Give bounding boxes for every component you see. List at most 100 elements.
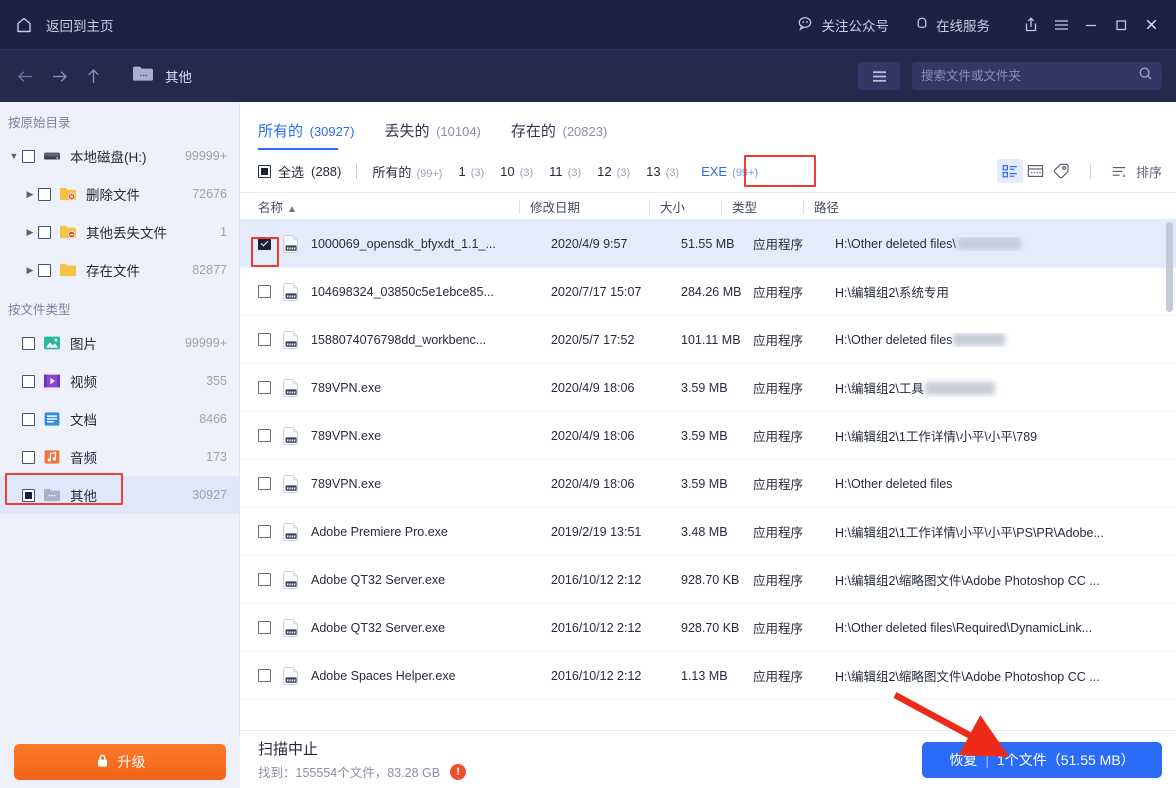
sidebar-filetype-item-4[interactable]: 其他30927 bbox=[0, 476, 239, 514]
share-icon[interactable] bbox=[1016, 10, 1046, 40]
folder-icon bbox=[132, 65, 154, 87]
filter-chip-所有的[interactable]: 所有的 (99+) bbox=[372, 162, 442, 181]
row-checkbox[interactable] bbox=[258, 621, 271, 634]
cell-type: 应用程序 bbox=[753, 666, 835, 685]
sidebar-tree-checkbox[interactable] bbox=[22, 150, 35, 163]
view-options-button[interactable] bbox=[858, 62, 900, 90]
filter-chip-13[interactable]: 13 (3) bbox=[646, 164, 679, 179]
filter-chip-exe[interactable]: EXE (99+) bbox=[695, 161, 764, 182]
tab-2[interactable]: 存在的 (20823) bbox=[511, 120, 607, 150]
table-row[interactable]: 1000069_opensdk_bfyxdt_1.1_...2020/4/9 9… bbox=[240, 220, 1176, 268]
chevron-right-icon[interactable]: ▶ bbox=[22, 189, 38, 200]
search-icon[interactable] bbox=[1138, 66, 1153, 86]
forward-arrow-icon[interactable] bbox=[42, 59, 76, 93]
scan-status-title: 扫描中止 bbox=[258, 738, 466, 759]
tab-0[interactable]: 所有的 (30927) bbox=[258, 120, 354, 150]
sidebar-filetype-checkbox[interactable] bbox=[22, 413, 35, 426]
row-checkbox[interactable] bbox=[258, 525, 271, 538]
warning-icon[interactable]: ! bbox=[450, 764, 466, 780]
select-all-label: 全选 bbox=[278, 162, 304, 181]
table-row[interactable]: 104698324_03850c5e1ebce85...2020/7/17 15… bbox=[240, 268, 1176, 316]
follow-official-account-button[interactable]: 关注公众号 bbox=[798, 15, 890, 35]
row-checkbox[interactable] bbox=[258, 573, 271, 586]
filter-chip-12[interactable]: 12 (3) bbox=[597, 164, 630, 179]
back-to-home-button[interactable]: 返回到主页 bbox=[14, 15, 114, 35]
sidebar-tree-item-2[interactable]: ▶其他丢失文件1 bbox=[0, 213, 239, 251]
breadcrumb[interactable]: 其他 bbox=[132, 65, 192, 87]
chevron-right-icon[interactable]: ▶ bbox=[22, 227, 38, 238]
table-row[interactable]: 789VPN.exe2020/4/9 18:063.59 MB应用程序H:\Ot… bbox=[240, 460, 1176, 508]
tab-1[interactable]: 丢失的 (10104) bbox=[384, 120, 480, 150]
table-row[interactable]: 789VPN.exe2020/4/9 18:063.59 MB应用程序H:\编辑… bbox=[240, 364, 1176, 412]
cell-type: 应用程序 bbox=[753, 522, 835, 541]
up-arrow-icon[interactable] bbox=[76, 59, 110, 93]
thumbnail-view-icon[interactable] bbox=[1023, 159, 1049, 183]
scan-found-text: 找到：155554个文件，83.28 GB bbox=[258, 762, 440, 781]
chevron-right-icon[interactable]: ▶ bbox=[22, 265, 38, 276]
row-checkbox[interactable] bbox=[258, 333, 271, 346]
close-icon[interactable] bbox=[1136, 10, 1166, 40]
chevron-down-icon[interactable]: ▼ bbox=[6, 151, 22, 161]
table-row[interactable]: Adobe QT32 Server.exe2016/10/12 2:12928.… bbox=[240, 604, 1176, 652]
cell-path: H:\Other deleted files bbox=[835, 477, 1176, 491]
row-checkbox[interactable] bbox=[258, 285, 271, 298]
folder-icon bbox=[59, 261, 77, 279]
sidebar-filetype-item-0[interactable]: 图片99999+ bbox=[0, 324, 239, 362]
sort-icon[interactable] bbox=[1106, 159, 1132, 183]
filter-chip-10[interactable]: 10 (3) bbox=[500, 164, 533, 179]
filter-chip-1[interactable]: 1 (3) bbox=[458, 164, 484, 179]
table-row[interactable]: Adobe QT32 Server.exe2016/10/12 2:12928.… bbox=[240, 556, 1176, 604]
row-checkbox[interactable] bbox=[258, 429, 271, 442]
sidebar-filetype-checkbox[interactable] bbox=[22, 489, 35, 502]
column-header-path[interactable]: 路径 bbox=[814, 197, 1176, 216]
sort-asc-icon: ▲ bbox=[287, 204, 297, 215]
table-row[interactable]: 1588074076798dd_workbenc...2020/5/7 17:5… bbox=[240, 316, 1176, 364]
sidebar-filetype-checkbox[interactable] bbox=[22, 375, 35, 388]
cell-path-text: H:\编辑组2\缩略图文件\Adobe Photoshop CC ... bbox=[835, 574, 1100, 588]
back-arrow-icon[interactable] bbox=[8, 59, 42, 93]
cell-path: H:\编辑组2\系统专用 bbox=[835, 282, 1176, 301]
sidebar-filetype-item-1[interactable]: 视频355 bbox=[0, 362, 239, 400]
online-service-button[interactable]: 在线服务 bbox=[915, 15, 990, 35]
maximize-icon[interactable] bbox=[1106, 10, 1136, 40]
vertical-scrollbar[interactable] bbox=[1166, 222, 1173, 312]
recover-button[interactable]: 恢复 | 1个文件（51.55 MB） bbox=[922, 742, 1162, 778]
sidebar-tree-item-3[interactable]: ▶存在文件82877 bbox=[0, 251, 239, 289]
sidebar-tree-item-0[interactable]: ▼本地磁盘(H:)99999+ bbox=[0, 137, 239, 175]
exe-file-icon bbox=[281, 234, 301, 254]
sidebar-filetype-checkbox[interactable] bbox=[22, 337, 35, 350]
row-checkbox[interactable] bbox=[258, 381, 271, 394]
tag-view-icon[interactable] bbox=[1049, 159, 1075, 183]
search-input[interactable] bbox=[921, 69, 1138, 83]
sidebar-tree-checkbox[interactable] bbox=[38, 226, 51, 239]
list-view-icon[interactable] bbox=[997, 159, 1023, 183]
menu-icon[interactable] bbox=[1046, 10, 1076, 40]
select-all-checkbox[interactable]: 全选 (288) bbox=[258, 162, 341, 181]
sidebar-tree-checkbox[interactable] bbox=[38, 264, 51, 277]
upgrade-button[interactable]: 升级 bbox=[14, 744, 226, 780]
minimize-icon[interactable] bbox=[1076, 10, 1106, 40]
sidebar-tree-item-1[interactable]: ▶删除文件72676 bbox=[0, 175, 239, 213]
column-header-date[interactable]: 修改日期 bbox=[530, 197, 660, 216]
cell-path-text: H:\编辑组2\工具 bbox=[835, 382, 924, 396]
sidebar-filetype-item-3[interactable]: 音频173 bbox=[0, 438, 239, 476]
follow-official-account-label: 关注公众号 bbox=[822, 15, 890, 35]
row-checkbox[interactable] bbox=[258, 669, 271, 682]
column-header-name[interactable]: 名称▲ bbox=[258, 197, 530, 216]
cell-name: 1588074076798dd_workbenc... bbox=[311, 333, 551, 347]
cell-size: 51.55 MB bbox=[681, 237, 753, 251]
row-checkbox[interactable] bbox=[258, 477, 271, 490]
sort-label[interactable]: 排序 bbox=[1136, 162, 1162, 181]
cell-name: 104698324_03850c5e1ebce85... bbox=[311, 285, 551, 299]
sidebar-tree-checkbox[interactable] bbox=[38, 188, 51, 201]
filter-chip-11[interactable]: 11 (3) bbox=[549, 164, 581, 179]
row-checkbox[interactable] bbox=[258, 237, 271, 250]
tab-label: 存在的 bbox=[511, 123, 556, 140]
sidebar-filetype-item-2[interactable]: 文档8466 bbox=[0, 400, 239, 438]
table-row[interactable]: 789VPN.exe2020/4/9 18:063.59 MB应用程序H:\编辑… bbox=[240, 412, 1176, 460]
table-row[interactable]: Adobe Premiere Pro.exe2019/2/19 13:513.4… bbox=[240, 508, 1176, 556]
search-box[interactable] bbox=[912, 62, 1162, 90]
sidebar-filetype-checkbox[interactable] bbox=[22, 451, 35, 464]
table-row[interactable]: Adobe Spaces Helper.exe2016/10/12 2:121.… bbox=[240, 652, 1176, 700]
column-header-type[interactable]: 类型 bbox=[732, 197, 814, 216]
